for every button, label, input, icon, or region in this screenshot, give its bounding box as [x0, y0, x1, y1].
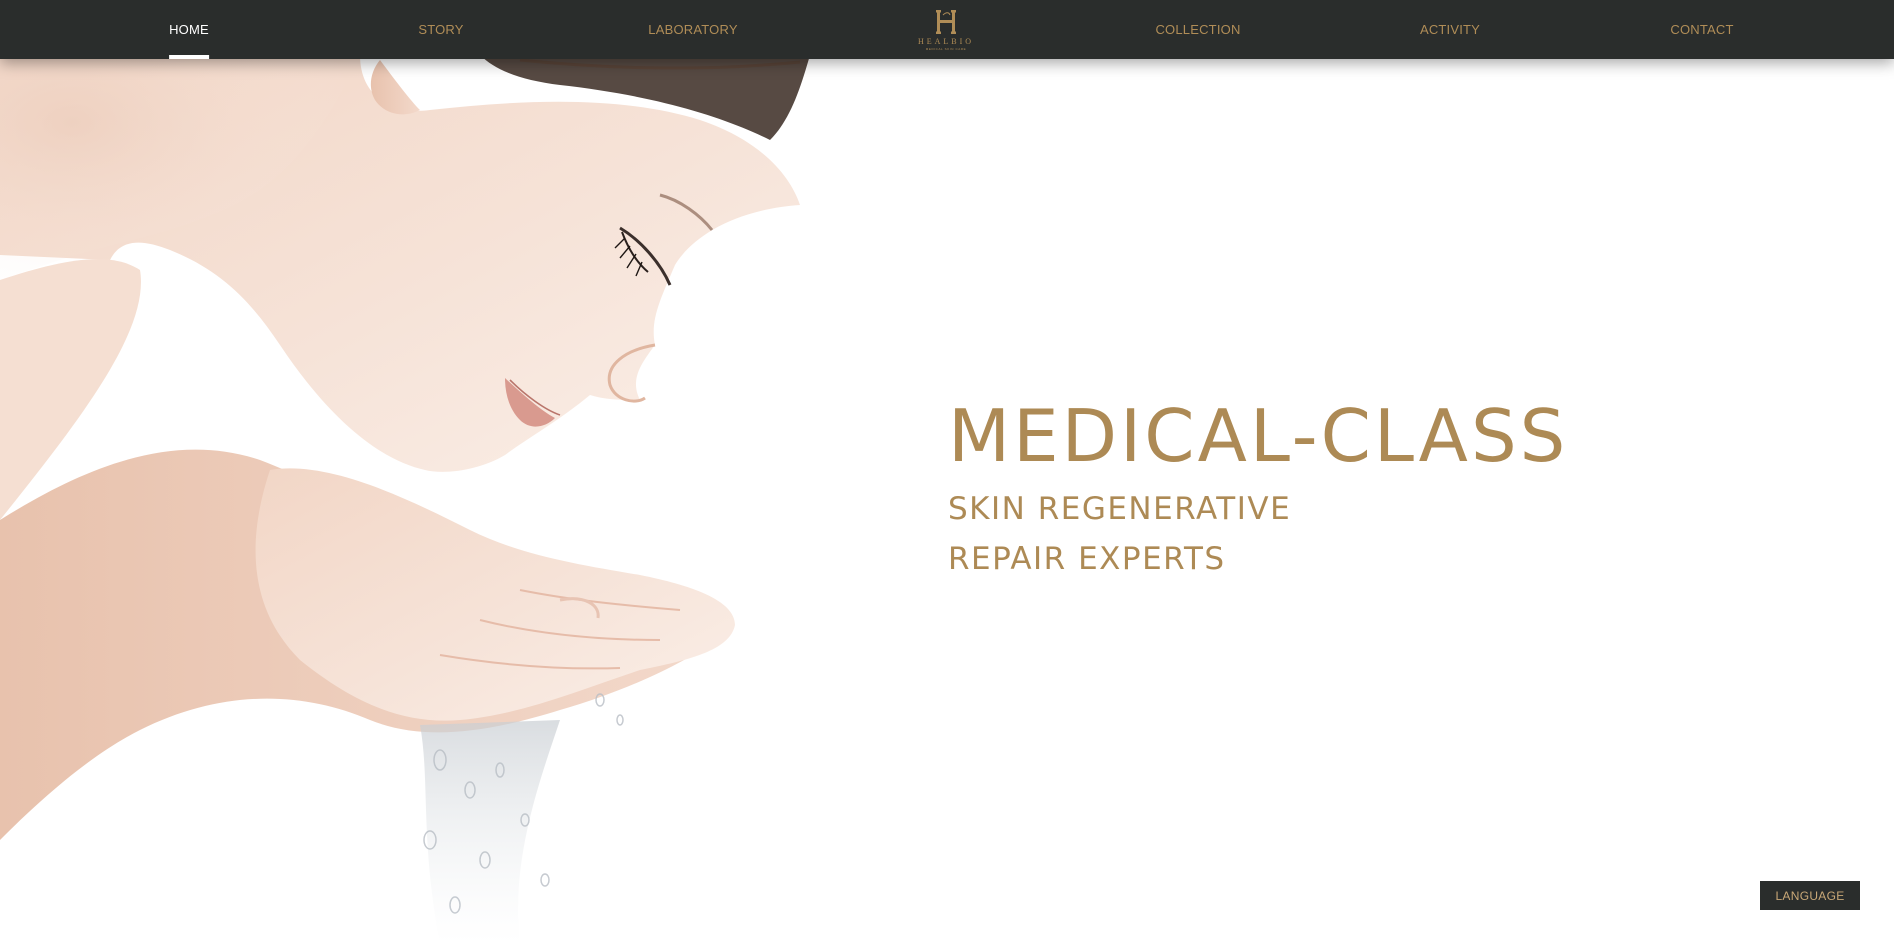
nav-item-contact[interactable]: CONTACT [1670, 0, 1733, 59]
hero-subline-1: SKIN REGENERATIVE [948, 491, 1292, 527]
hero-subline-2: REPAIR EXPERTS [948, 541, 1226, 577]
nav-item-collection[interactable]: COLLECTION [1155, 0, 1240, 59]
hero-headline: MEDICAL-CLASS [948, 394, 1569, 478]
hero-woman-photo [0, 55, 810, 944]
logo-wordmark: HEALBIO [917, 37, 975, 46]
page: HOME STORY LABORATORY HEALBIO MEDICAL SK… [0, 0, 1894, 944]
nav-item-activity[interactable]: ACTIVITY [1420, 0, 1480, 59]
nav-item-story[interactable]: STORY [418, 0, 463, 59]
nav-item-home[interactable]: HOME [169, 0, 209, 59]
language-button[interactable]: LANGUAGE [1760, 881, 1860, 910]
hero-headline-block: MEDICAL-CLASS SKIN REGENERATIVE REPAIR E… [948, 400, 1568, 575]
top-navigation: HOME STORY LABORATORY HEALBIO MEDICAL SK… [0, 0, 1894, 59]
nav-item-laboratory[interactable]: LABORATORY [648, 0, 737, 59]
healbio-logo[interactable]: HEALBIO MEDICAL SKIN CARE [901, 0, 991, 59]
healbio-monogram-icon [936, 10, 956, 34]
logo-tagline: MEDICAL SKIN CARE [925, 47, 967, 51]
